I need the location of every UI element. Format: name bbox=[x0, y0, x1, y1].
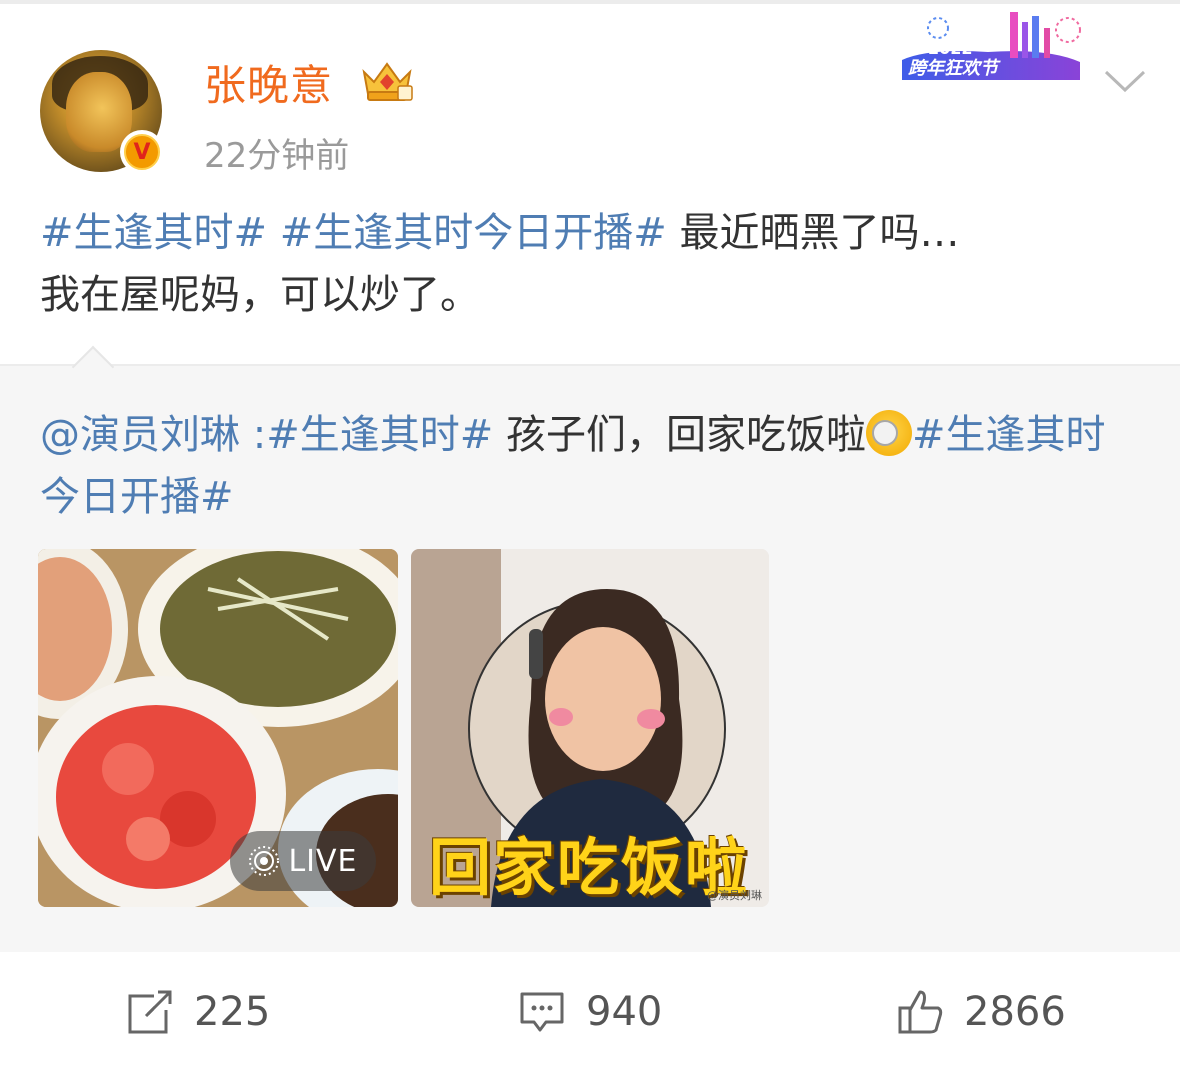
live-label: LIVE bbox=[288, 843, 358, 879]
hashtag-link[interactable]: #生逢其时今日开播# bbox=[280, 210, 667, 256]
top-divider bbox=[0, 0, 1180, 4]
chevron-down-icon[interactable] bbox=[1100, 64, 1150, 96]
live-photo-badge[interactable]: LIVE bbox=[230, 831, 376, 891]
action-bar: 225 940 2866 bbox=[0, 952, 1180, 1080]
repost-body: 孩子们，回家吃饭啦 bbox=[493, 412, 866, 458]
comment-button[interactable]: 940 bbox=[518, 988, 662, 1036]
share-icon bbox=[128, 990, 174, 1034]
repost-image-food[interactable]: LIVE bbox=[38, 549, 398, 907]
comment-count: 940 bbox=[586, 989, 663, 1035]
like-count: 2866 bbox=[964, 989, 1066, 1035]
comment-icon bbox=[520, 992, 564, 1032]
repost-button[interactable]: 225 bbox=[126, 988, 270, 1036]
post-timestamp: 22分钟前 bbox=[204, 136, 350, 176]
author-name[interactable]: 张晚意 bbox=[204, 52, 333, 113]
hashtag-link[interactable]: #生逢其时# bbox=[266, 412, 493, 458]
banner-title: 跨年狂欢节 bbox=[908, 58, 1001, 79]
repost-text: @演员刘琳 :#生逢其时# 孩子们，回家吃饭啦 #生逢其时今日开播# bbox=[40, 404, 1140, 528]
mention-link[interactable]: @演员刘琳 : bbox=[40, 412, 266, 458]
repost-count: 225 bbox=[194, 989, 271, 1035]
live-icon bbox=[249, 846, 280, 876]
hashtag-link[interactable]: #生逢其时# bbox=[40, 210, 267, 256]
image-watermark: @演员刘琳 bbox=[707, 889, 762, 902]
post-body-line1: 最近晒黑了吗… bbox=[666, 210, 960, 256]
event-banner[interactable]: 2022 跨年狂欢节 bbox=[898, 8, 1084, 86]
post-text: #生逢其时# #生逢其时今日开播# 最近晒黑了吗… 我在屋呢妈，可以炒了。 bbox=[40, 202, 1140, 326]
verified-v-icon: V bbox=[120, 130, 164, 174]
banner-year: 2022 bbox=[928, 39, 973, 58]
image-caption: 回家吃饭啦 bbox=[429, 831, 750, 904]
crown-badge-icon[interactable] bbox=[358, 58, 416, 104]
thumbs-up-icon bbox=[898, 990, 943, 1034]
emoji-icon bbox=[865, 410, 912, 456]
like-button[interactable]: 2866 bbox=[896, 988, 1066, 1036]
repost-image-portrait[interactable]: 回家吃饭啦 @演员刘琳 bbox=[411, 549, 769, 907]
post-body-line2: 我在屋呢妈，可以炒了。 bbox=[40, 272, 480, 318]
